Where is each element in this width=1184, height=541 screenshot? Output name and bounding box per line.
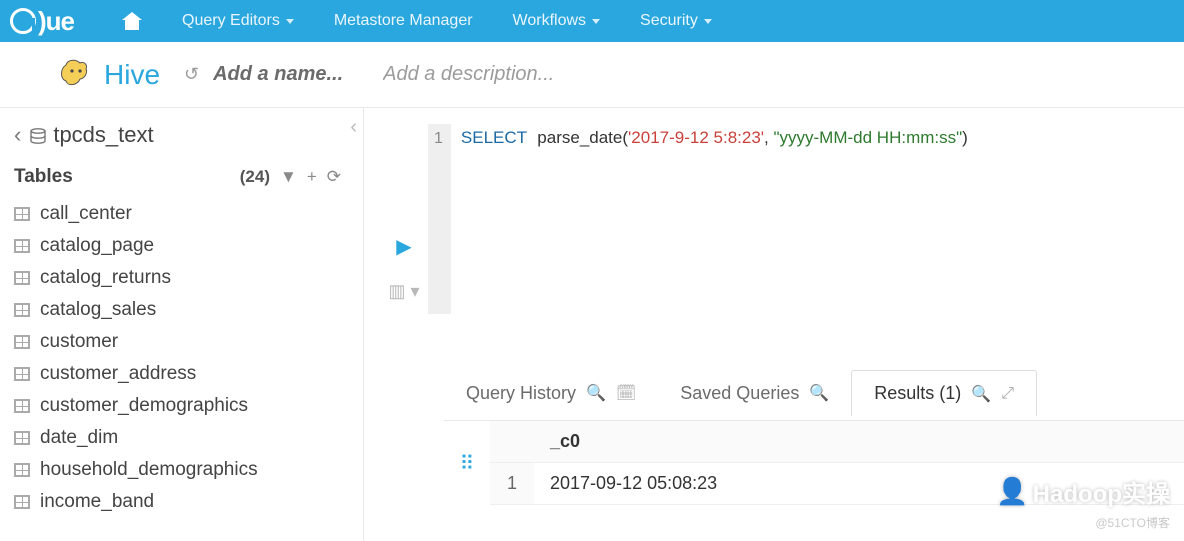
hue-logo[interactable]: )ue (10, 6, 74, 37)
table-item[interactable]: customer_demographics (14, 390, 363, 422)
table-item[interactable]: customer (14, 326, 363, 358)
table-item[interactable]: catalog_page (14, 230, 363, 262)
table-icon (14, 495, 30, 509)
table-icon (14, 431, 30, 445)
table-item[interactable]: household_demographics (14, 454, 363, 486)
table-name: customer (40, 331, 118, 353)
tables-list: call_center catalog_page catalog_returnsca… (14, 198, 363, 518)
tables-count: (24) (240, 167, 270, 187)
result-tabs: Query History🔍🗓 Saved Queries🔍 Results (… (444, 370, 1184, 416)
table-icon (14, 303, 30, 317)
filter-icon[interactable]: ▼ (280, 167, 297, 187)
table-name: catalog_returns (40, 267, 171, 289)
table-name: customer_address (40, 363, 196, 385)
collapse-sidebar-icon[interactable]: ‹ (350, 116, 357, 139)
nav-security[interactable]: Security (620, 0, 732, 42)
history-icon[interactable]: ↺ (184, 64, 199, 85)
add-icon[interactable]: + (307, 167, 317, 187)
gutter: 1 (428, 124, 451, 314)
breadcrumb: ‹ tpcds_text (14, 122, 363, 148)
search-icon[interactable]: 🔍 (971, 384, 991, 404)
description-input[interactable] (383, 63, 643, 86)
watermark-sub: @51CTO博客 (1095, 514, 1170, 531)
nav-workflows[interactable]: Workflows (493, 0, 621, 42)
table-name: customer_demographics (40, 395, 248, 417)
home-icon (122, 12, 142, 30)
sidebar: ‹ ‹ tpcds_text Tables (24) ▼ + ⟳ call_ce… (0, 108, 364, 541)
table-name: catalog_sales (40, 299, 156, 321)
tab-results[interactable]: Results (1)🔍⤢ (851, 370, 1037, 416)
table-icon (14, 399, 30, 413)
database-icon (29, 122, 47, 148)
table-icon (14, 239, 30, 253)
refresh-icon[interactable]: ⟳ (327, 167, 341, 187)
explain-icon[interactable]: ▥ ▾ (380, 281, 428, 302)
table-icon (14, 271, 30, 285)
calendar-icon[interactable]: 🗓 (616, 383, 636, 403)
table-name: income_band (40, 491, 154, 513)
row-number: 1 (490, 463, 534, 505)
expand-icon[interactable]: ⤢ (1001, 385, 1014, 403)
table-icon (14, 463, 30, 477)
editor-pane: ▶ ▥ ▾ 1 SELECT parse_date('2017-9-12 5:8… (364, 108, 1184, 541)
tab-saved-queries[interactable]: Saved Queries🔍 (658, 371, 851, 416)
table-icon (14, 367, 30, 381)
chevron-down-icon (286, 19, 294, 24)
hive-icon (58, 57, 94, 93)
table-icon (14, 207, 30, 221)
table-name: catalog_page (40, 235, 154, 257)
tab-query-history[interactable]: Query History🔍🗓 (444, 371, 658, 416)
table-item[interactable]: income_band (14, 486, 363, 518)
context-bar: Hive ↺ (0, 42, 1184, 108)
nav-metastore[interactable]: Metastore Manager (314, 0, 493, 42)
table-item[interactable]: date_dim (14, 422, 363, 454)
table-name: call_center (40, 203, 132, 225)
run-button[interactable]: ▶ (380, 234, 428, 259)
table-name: household_demographics (40, 459, 258, 481)
top-nav: )ue Query Editors Metastore Manager Work… (0, 0, 1184, 42)
name-input[interactable] (213, 63, 383, 86)
back-icon[interactable]: ‹ (14, 122, 21, 148)
home-nav[interactable] (102, 0, 162, 42)
table-name: date_dim (40, 427, 118, 449)
engine-badge[interactable]: Hive (58, 57, 160, 93)
watermark: 👤Hadoop实操 (996, 474, 1170, 509)
search-icon[interactable]: 🔍 (586, 383, 606, 403)
tables-heading: Tables (14, 166, 73, 188)
search-icon[interactable]: 🔍 (809, 383, 829, 403)
table-icon (14, 335, 30, 349)
chevron-down-icon (592, 19, 600, 24)
sql-editor[interactable]: 1 SELECT parse_date('2017-9-12 5:8:23', … (428, 124, 1184, 314)
nav-query-editors[interactable]: Query Editors (162, 0, 314, 42)
chevron-down-icon (704, 19, 712, 24)
table-item[interactable]: call_center (14, 198, 363, 230)
table-item[interactable]: catalog_returns (14, 262, 363, 294)
table-item[interactable]: catalog_sales (14, 294, 363, 326)
grid-view-icon[interactable]: ⠿ (460, 453, 475, 475)
database-name[interactable]: tpcds_text (53, 122, 153, 148)
column-header[interactable]: _c0 (534, 421, 1184, 463)
table-item[interactable]: customer_address (14, 358, 363, 390)
